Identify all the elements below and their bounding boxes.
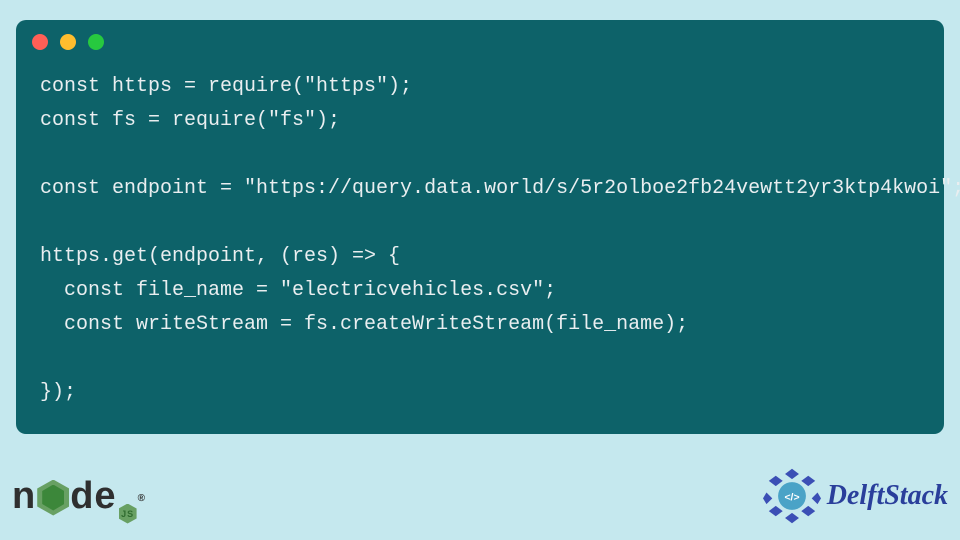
hexagon-icon <box>37 480 69 516</box>
maximize-icon[interactable] <box>88 34 104 50</box>
code-line: const https = require("https"); <box>40 75 412 98</box>
minimize-icon[interactable] <box>60 34 76 50</box>
close-icon[interactable] <box>32 34 48 50</box>
delftstack-text: DelftStack <box>827 480 948 512</box>
code-line: https.get(endpoint, (res) => { <box>40 245 400 268</box>
window-controls <box>16 20 944 58</box>
code-line: const endpoint = "https://query.data.wor… <box>40 177 960 200</box>
code-line: const file_name = "electricvehicles.csv"… <box>40 279 556 302</box>
code-block: const https = require("https"); const fs… <box>16 58 944 416</box>
delftstack-logo: </> DelftStack <box>763 467 948 525</box>
logo-text: de <box>70 475 116 518</box>
code-window: const https = require("https"); const fs… <box>16 20 944 434</box>
svg-text:</>: </> <box>784 493 799 504</box>
code-line: }); <box>40 381 76 404</box>
code-line: const writeStream = fs.createWriteStream… <box>40 313 688 336</box>
registered-mark: ® <box>138 493 146 504</box>
code-line: const fs = require("fs"); <box>40 109 340 132</box>
logo-text: n <box>12 475 36 518</box>
delftstack-icon: </> <box>763 467 821 525</box>
footer: n de JS ® </> DelftStack <box>0 460 960 532</box>
hexagon-small-icon: JS <box>119 504 137 524</box>
nodejs-logo: n de JS ® <box>12 475 145 518</box>
